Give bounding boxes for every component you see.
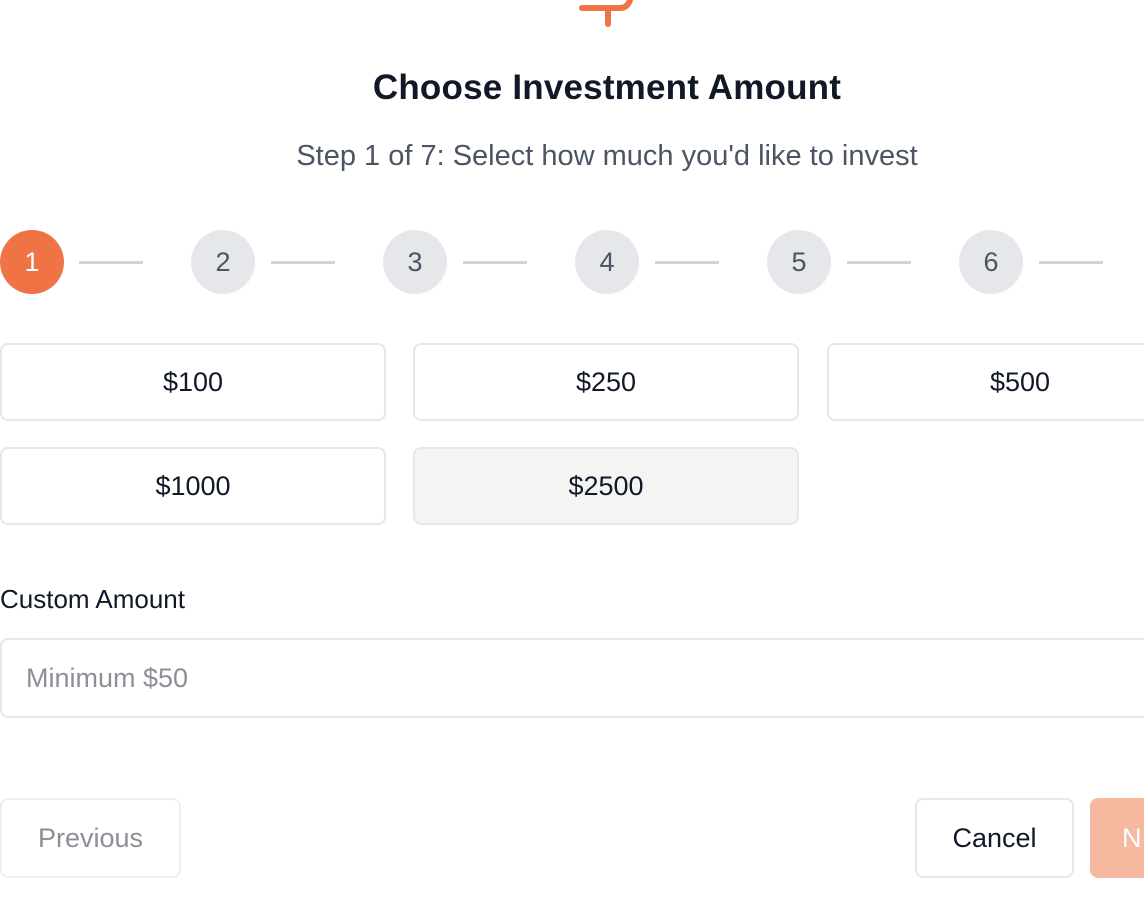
amount-option-250[interactable]: $250 <box>413 343 799 421</box>
next-button[interactable]: N <box>1090 798 1144 878</box>
brand-logo-icon <box>579 0 633 27</box>
custom-amount-input[interactable] <box>0 638 1144 718</box>
amount-option-1000[interactable]: $1000 <box>0 447 386 525</box>
investment-wizard-page: Choose Investment Amount Step 1 of 7: Se… <box>0 0 1144 910</box>
step-connector <box>271 261 335 264</box>
step-4-indicator: 4 <box>575 230 639 294</box>
amount-option-100[interactable]: $100 <box>0 343 386 421</box>
progress-stepper: 1 2 3 4 5 6 <box>0 230 1144 294</box>
step-connector <box>655 261 719 264</box>
page-title: Choose Investment Amount <box>372 68 842 107</box>
step-connector <box>847 261 911 264</box>
step-connector <box>463 261 527 264</box>
amount-option-2500[interactable]: $2500 <box>413 447 799 525</box>
step-connector <box>79 261 143 264</box>
previous-button[interactable]: Previous <box>0 798 181 878</box>
step-6-indicator: 6 <box>959 230 1023 294</box>
amount-option-500[interactable]: $500 <box>827 343 1144 421</box>
step-connector <box>1039 261 1103 264</box>
step-5-indicator: 5 <box>767 230 831 294</box>
page-subtitle: Step 1 of 7: Select how much you'd like … <box>296 140 918 172</box>
step-3-indicator: 3 <box>383 230 447 294</box>
step-1-indicator: 1 <box>0 230 64 294</box>
step-2-indicator: 2 <box>191 230 255 294</box>
cancel-button[interactable]: Cancel <box>915 798 1074 878</box>
custom-amount-label: Custom Amount <box>0 584 185 614</box>
